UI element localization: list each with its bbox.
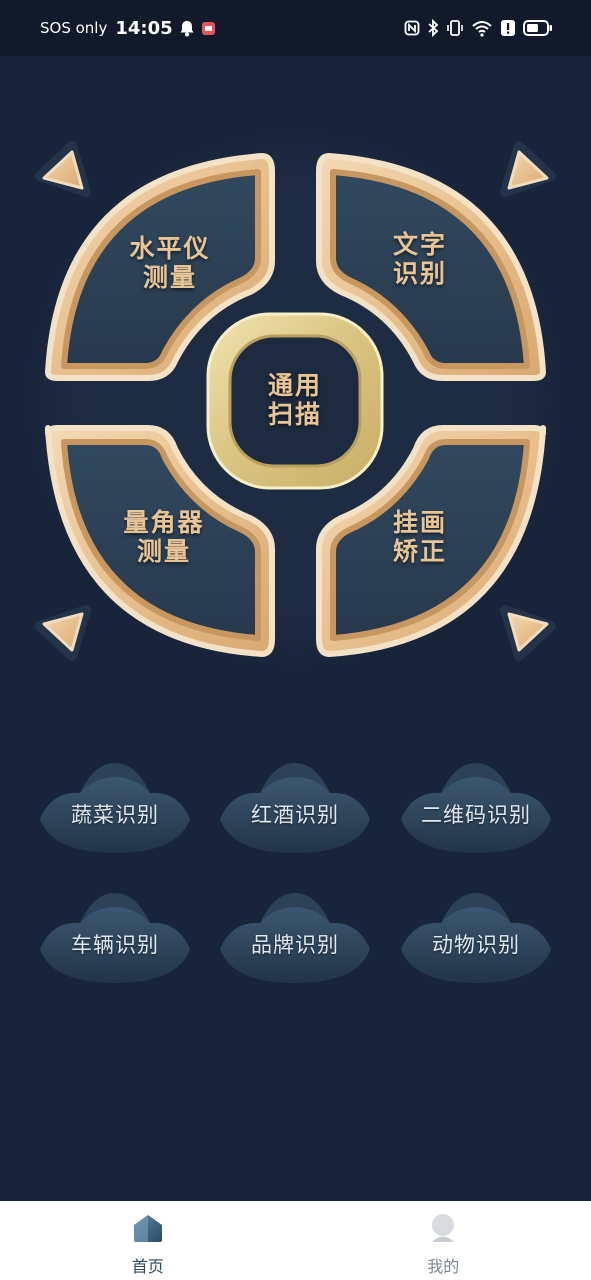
app-notification-icon [201,21,216,36]
profile-icon [428,1213,458,1247]
vehicle-recognition-label: 车辆识别 [71,933,159,957]
nav-mine[interactable]: 我的 [296,1201,591,1280]
qrcode-recognition-button[interactable]: 二维码识别 [401,763,551,855]
nav-mine-label: 我的 [427,1257,460,1276]
corner-arrow-icon [500,605,556,661]
bluetooth-icon [427,19,439,37]
wifi-icon [471,19,493,37]
carrier-text: SOS only [40,19,108,37]
protractor-label[interactable]: 量角器 测量 [104,508,224,566]
nav-home-label: 首页 [131,1257,164,1276]
animal-recognition-label: 动物识别 [432,933,520,957]
clock: 14:05 [115,17,173,39]
level-meter-label[interactable]: 水平仪 测量 [110,234,230,292]
universal-scan-label[interactable]: 通用 扫描 [235,371,355,429]
main-content: 水平仪 测量 文字 识别 通用 扫描 量角器 测量 挂画 矫正 蔬菜识别 红酒识… [0,56,591,1201]
wine-recognition-button[interactable]: 红酒识别 [220,763,370,855]
qrcode-recognition-label: 二维码识别 [421,803,531,827]
brand-recognition-button[interactable]: 品牌识别 [220,893,370,985]
alert-icon [500,19,516,37]
function-dial: 水平仪 测量 文字 识别 通用 扫描 量角器 测量 挂画 矫正 [0,56,591,696]
vehicle-recognition-button[interactable]: 车辆识别 [40,893,190,985]
text-recognition-label[interactable]: 文字 识别 [360,230,480,288]
vibrate-icon [446,19,464,37]
corner-arrow-icon [35,605,91,661]
corner-arrow-icon [500,141,556,197]
animal-recognition-button[interactable]: 动物识别 [401,893,551,985]
vegetable-recognition-label: 蔬菜识别 [71,803,159,827]
battery-icon [523,19,553,37]
vegetable-recognition-button[interactable]: 蔬菜识别 [40,763,190,855]
bottom-nav: 首页 我的 [0,1201,591,1280]
picture-correction-label[interactable]: 挂画 矫正 [360,508,480,566]
nfc-icon [404,20,420,36]
wine-recognition-label: 红酒识别 [251,803,339,827]
brand-recognition-label: 品牌识别 [251,933,339,957]
home-icon [132,1213,164,1247]
corner-arrow-icon [35,141,91,197]
nav-home[interactable]: 首页 [0,1201,296,1280]
bell-icon [179,20,195,37]
status-bar: SOS only 14:05 [0,0,591,56]
